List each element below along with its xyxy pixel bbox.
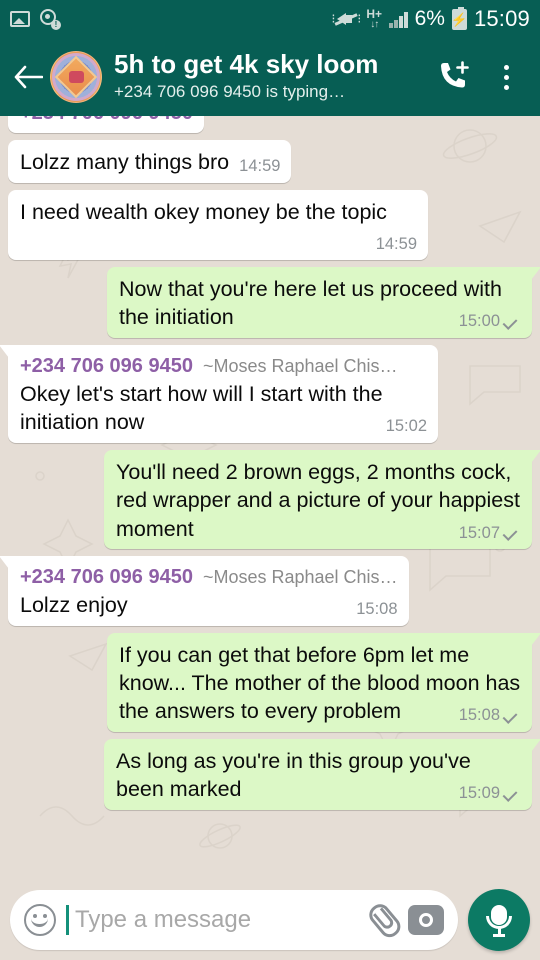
message-status-tick-icon xyxy=(505,317,521,328)
screenshot-icon xyxy=(10,11,30,27)
message-row[interactable]: Lolzz many things bro 14:59 xyxy=(8,140,532,183)
signal-bars-icon xyxy=(389,11,408,28)
message-sender-number: +234 706 096 9450 xyxy=(20,116,193,126)
message-meta: 14:59 xyxy=(239,156,280,178)
message-row[interactable]: As long as you're in this group you've b… xyxy=(8,738,540,810)
message-scroll-container[interactable]: +234 706 096 9450 Lolzz many things bro … xyxy=(0,116,540,880)
message-bubble-incoming[interactable]: I need wealth okey money be the topic 14… xyxy=(8,189,428,260)
message-text: Lolzz enjoy xyxy=(20,593,128,618)
header-actions xyxy=(432,51,528,103)
emoji-smiley-icon[interactable] xyxy=(24,904,56,936)
overflow-menu-icon xyxy=(503,64,509,90)
message-status-tick-icon xyxy=(505,789,521,800)
message-sender-pushname: ~Moses Raphael Chis… xyxy=(202,355,398,376)
message-row[interactable]: +234 706 096 9450 ~Moses Raphael Chis… O… xyxy=(0,344,532,443)
message-text: Okey let's start how will I start with t… xyxy=(20,382,383,435)
battery-charging-icon: ⚡ xyxy=(451,6,468,30)
charging-bolt-glyph: ⚡ xyxy=(451,11,468,27)
message-time: 15:08 xyxy=(356,600,398,619)
message-sender-number: +234 706 096 9450 xyxy=(20,354,193,377)
composer-bar: Type a message xyxy=(0,880,540,960)
message-row[interactable]: +234 706 096 9450 ~Moses Raphael Chis… L… xyxy=(0,555,532,626)
status-bar-right-icons: ⁝ ⁝ H+ ↓↑ 6% ⚡ 15:09 xyxy=(331,6,530,32)
message-time: 15:02 xyxy=(385,417,427,436)
message-meta: 14:59 xyxy=(376,234,417,256)
message-text: Now that you're here let us proceed with… xyxy=(119,276,502,330)
message-meta: 15:02 xyxy=(386,416,427,438)
media-download-icon: ! xyxy=(40,9,61,30)
message-row[interactable]: I need wealth okey money be the topic 14… xyxy=(8,189,532,260)
camera-icon[interactable] xyxy=(408,905,444,935)
message-status-tick-icon xyxy=(505,711,521,722)
message-bubble-incoming[interactable]: +234 706 096 9450 ~Moses Raphael Chis… L… xyxy=(0,555,409,626)
message-text: Lolzz many things bro xyxy=(20,150,230,175)
status-bar-left-icons: ! xyxy=(10,9,61,30)
message-bubble-incoming[interactable]: Lolzz many things bro 14:59 xyxy=(8,140,292,183)
message-input[interactable]: Type a message xyxy=(75,906,354,934)
paperclip-icon[interactable] xyxy=(357,896,405,944)
message-row[interactable]: You'll need 2 brown eggs, 2 months cock,… xyxy=(8,449,540,549)
message-text: As long as you're in this group you've b… xyxy=(116,748,471,802)
message-status-tick-icon xyxy=(505,528,521,539)
message-time: 15:00 xyxy=(458,312,500,331)
message-time: 15:09 xyxy=(458,784,500,803)
back-arrow-icon xyxy=(14,65,43,89)
message-sender-pushname: ~Moses Raphael Chis… xyxy=(202,566,398,587)
message-sender-number: +234 706 096 9450 xyxy=(20,565,193,588)
chat-subtitle-typing-status: +234 706 096 9450 is typing… xyxy=(114,81,346,101)
message-bubble-incoming-clipped[interactable]: +234 706 096 9450 xyxy=(8,116,204,134)
message-time: 15:07 xyxy=(458,523,500,542)
message-input-pill[interactable]: Type a message xyxy=(10,890,458,950)
message-bubble-incoming[interactable]: +234 706 096 9450 ~Moses Raphael Chis… O… xyxy=(0,344,438,443)
voice-record-button[interactable] xyxy=(468,889,530,951)
back-button[interactable] xyxy=(8,64,48,90)
chat-title-block[interactable]: 5h to get 4k sky loom +234 706 096 9450 … xyxy=(112,50,432,104)
status-bar-clock: 15:09 xyxy=(473,6,530,31)
message-row[interactable]: If you can get that before 6pm let me kn… xyxy=(8,632,540,732)
text-caret xyxy=(66,905,69,935)
network-hplus-icon: H+ ↓↑ xyxy=(366,8,382,30)
message-bubble-outgoing[interactable]: Now that you're here let us proceed with… xyxy=(107,266,540,338)
overflow-menu-button[interactable] xyxy=(484,51,528,103)
message-bubble-outgoing[interactable]: If you can get that before 6pm let me kn… xyxy=(107,632,540,732)
message-time: 15:08 xyxy=(458,706,500,725)
message-sender: +234 706 096 9450 ~Moses Raphael Chis… xyxy=(20,564,398,590)
avatar[interactable] xyxy=(50,51,102,103)
whatsapp-chat-screen: ! ⁝ ⁝ H+ ↓↑ 6% ⚡ 15:09 5h to get 4k sky … xyxy=(0,0,540,960)
add-call-icon xyxy=(441,61,469,88)
message-list[interactable]: +234 706 096 9450 Lolzz many things bro … xyxy=(0,116,540,880)
message-time: 14:59 xyxy=(375,235,417,254)
chat-header: 5h to get 4k sky loom +234 706 096 9450 … xyxy=(0,38,540,116)
vibrate-mute-icon: ⁝ ⁝ xyxy=(331,11,362,26)
message-row[interactable]: +234 706 096 9450 xyxy=(8,116,532,134)
network-arrows-label: ↓↑ xyxy=(370,19,379,30)
message-meta: 15:09 xyxy=(459,783,521,805)
message-row[interactable]: Now that you're here let us proceed with… xyxy=(8,266,540,338)
chat-title: 5h to get 4k sky loom xyxy=(114,50,379,79)
message-bubble-outgoing[interactable]: As long as you're in this group you've b… xyxy=(104,738,540,810)
message-sender: +234 706 096 9450 xyxy=(20,116,193,126)
message-sender: +234 706 096 9450 ~Moses Raphael Chis… xyxy=(20,353,427,379)
message-meta: 15:08 xyxy=(356,599,397,621)
message-meta: 15:00 xyxy=(459,311,521,333)
add-call-button[interactable] xyxy=(432,51,476,103)
message-text: I need wealth okey money be the topic xyxy=(20,199,387,224)
microphone-icon xyxy=(486,905,512,937)
battery-percent-label: 6% xyxy=(414,7,445,30)
message-bubble-outgoing[interactable]: You'll need 2 brown eggs, 2 months cock,… xyxy=(104,449,540,549)
message-meta: 15:08 xyxy=(459,705,521,727)
status-bar: ! ⁝ ⁝ H+ ↓↑ 6% ⚡ 15:09 xyxy=(0,0,540,38)
message-time: 14:59 xyxy=(239,157,281,176)
message-meta: 15:07 xyxy=(459,523,521,545)
